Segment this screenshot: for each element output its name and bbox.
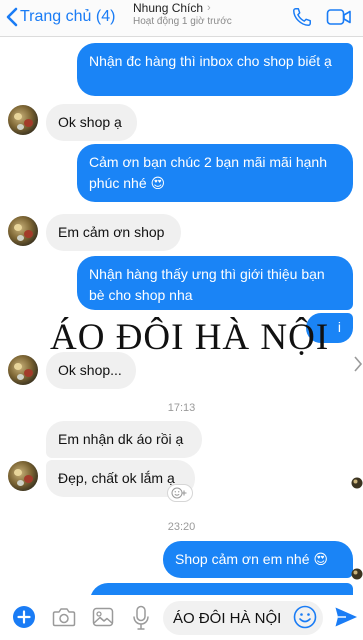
message-incoming[interactable]: Ok shop ạ bbox=[46, 104, 137, 141]
avatar[interactable] bbox=[8, 216, 38, 246]
timestamp: 23:20 bbox=[167, 521, 196, 533]
chat-header: Trang chủ (4) Nhung Chích › Hoạt động 1 … bbox=[0, 0, 363, 37]
camera-icon[interactable] bbox=[52, 606, 76, 628]
back-label: Trang chủ (4) bbox=[20, 8, 116, 25]
back-button[interactable]: Trang chủ (4) bbox=[6, 5, 115, 29]
microphone-icon[interactable] bbox=[132, 605, 150, 631]
contact-info[interactable]: Nhung Chích › Hoạt động 1 giờ trước bbox=[133, 1, 283, 27]
message-incoming[interactable]: Em cảm ơn shop bbox=[46, 214, 181, 251]
contact-status: Hoạt động 1 giờ trước bbox=[133, 16, 232, 27]
message-incoming[interactable]: Em nhận dk áo rồi ạ bbox=[46, 421, 202, 458]
share-arrow-icon[interactable] bbox=[353, 355, 363, 373]
watermark-text: ÁO ĐÔI HÀ NỘI bbox=[50, 317, 330, 358]
avatar[interactable] bbox=[8, 461, 38, 491]
add-reaction-button[interactable] bbox=[167, 484, 193, 502]
chevron-right-icon: › bbox=[207, 2, 211, 14]
photo-icon[interactable] bbox=[92, 606, 114, 628]
avatar[interactable] bbox=[8, 355, 38, 385]
message-outgoing-partial[interactable] bbox=[90, 583, 353, 595]
message-outgoing[interactable]: Shop cảm ơn em nhé 😍 bbox=[163, 541, 353, 578]
send-icon[interactable] bbox=[334, 606, 358, 628]
plus-icon[interactable] bbox=[12, 605, 36, 629]
message-outgoing[interactable]: Cảm ơn bạn chúc 2 bạn mãi mãi hạnh phúc … bbox=[77, 144, 353, 202]
avatar[interactable] bbox=[8, 105, 38, 135]
timestamp: 17:13 bbox=[167, 402, 196, 414]
message-outgoing[interactable]: Nhận hàng thấy ưng thì giới thiệu bạn bè… bbox=[77, 256, 353, 310]
smiley-plus-icon bbox=[171, 487, 187, 499]
phone-icon[interactable] bbox=[291, 6, 313, 28]
video-call-icon[interactable] bbox=[326, 7, 352, 27]
chevron-left-icon bbox=[6, 7, 18, 27]
composer-bar: ÁO ĐÔI HÀ NỘI bbox=[0, 596, 363, 640]
message-outgoing[interactable]: Nhận đc hàng thì inbox cho shop biết ạ bbox=[77, 43, 353, 96]
seen-indicator-icon bbox=[351, 477, 363, 489]
emoji-icon[interactable] bbox=[293, 605, 317, 629]
seen-indicator-icon bbox=[351, 568, 363, 580]
contact-name: Nhung Chích bbox=[133, 1, 204, 15]
